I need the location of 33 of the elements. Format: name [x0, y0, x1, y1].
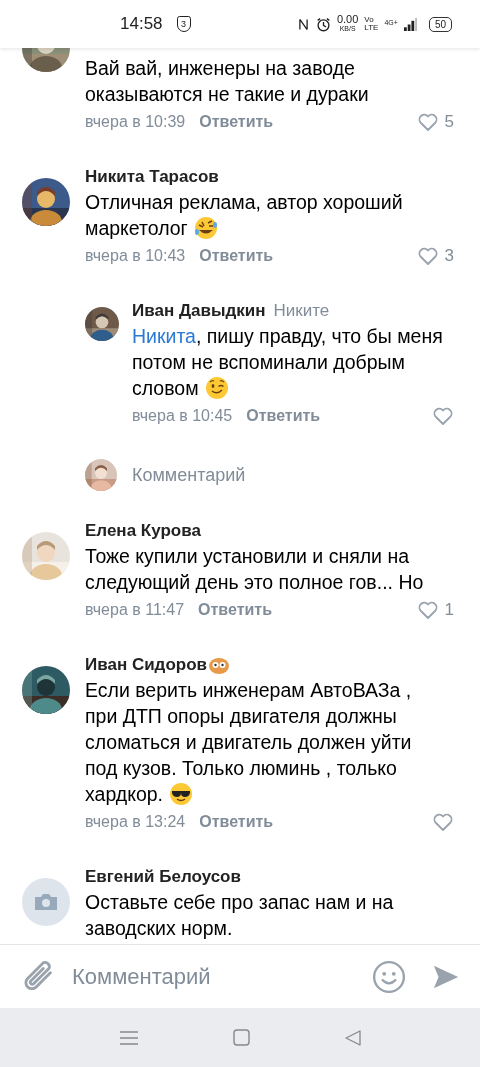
- comment-time: вчера в 13:24: [85, 813, 186, 831]
- reply-recipient: Никите: [273, 300, 330, 322]
- author-name[interactable]: Никита Тарасов: [85, 165, 219, 189]
- comment-text: Если верить инженерам АвтоВАЗа , при ДТП опоры двигателя должны сломаться и двигатель должен уйти под кузов. Только люминь , только хардкор.: [85, 678, 413, 807]
- comment-text: Никита, пишу правду, что бы меня потом не вспоминали добрым словом: [132, 324, 444, 401]
- comment-time: вчера в 11:47: [85, 601, 185, 619]
- clock-time: 14:58: [120, 14, 163, 34]
- network-speed: 0.00: [336, 15, 359, 24]
- author-name[interactable]: Иван Сидоров: [85, 653, 207, 677]
- like-count: 1: [444, 600, 454, 620]
- reply-button[interactable]: Ответить: [199, 813, 274, 831]
- comment-time: вчера в 10:45: [132, 407, 233, 425]
- reply-field[interactable]: Комментарий: [132, 464, 352, 486]
- like-count: 5: [444, 112, 454, 132]
- comment-text: Вай вай, инженеры на заводе оказываются не такие и дураки: [85, 56, 370, 107]
- reply-button[interactable]: Ответить: [246, 407, 321, 425]
- comment-text: Оставьте себе про запас нам и на заводских норм.: [85, 890, 395, 941]
- comment-text: Тоже купили установили и сняли на следующий день это полное гов... Но: [85, 544, 425, 595]
- like-count: 3: [444, 246, 454, 266]
- reply-button[interactable]: Ответить: [199, 247, 274, 265]
- reply-button[interactable]: Ответить: [199, 113, 274, 131]
- reply-button[interactable]: Ответить: [198, 601, 272, 619]
- comment-text: Отличная реклама, автор хороший маркетолог: [85, 190, 404, 241]
- author-name[interactable]: Иван Давыдкин: [132, 299, 266, 323]
- volte-label: Vo: [364, 16, 375, 24]
- author-name[interactable]: Елена Курова: [85, 519, 201, 543]
- author-name[interactable]: Евгений Белоусов: [85, 865, 241, 889]
- lte-label: LTE: [364, 24, 379, 32]
- mention-link[interactable]: Никита: [132, 325, 196, 347]
- battery-indicator: 50: [428, 16, 452, 32]
- comment-time: вчера в 10:39: [85, 113, 186, 131]
- comment-input[interactable]: Комментарий: [70, 962, 372, 991]
- comment-time: вчера в 10:43: [85, 247, 186, 265]
